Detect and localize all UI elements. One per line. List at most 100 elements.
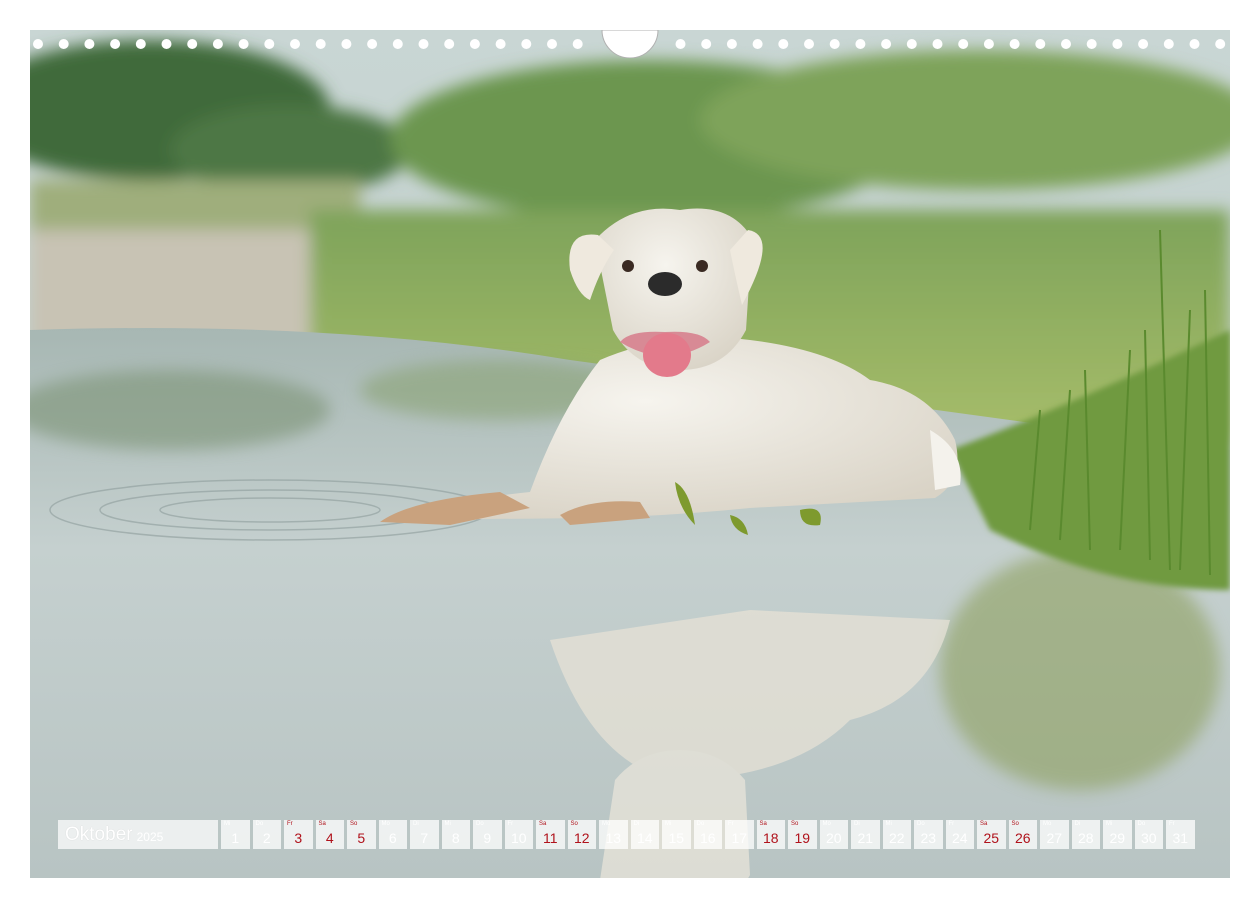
day-cell: Fr 31 — [1166, 820, 1195, 849]
binding-hole — [804, 39, 814, 49]
binding-hole — [444, 39, 455, 49]
binding-hole — [238, 39, 249, 49]
day-of-week: Mi — [224, 821, 231, 827]
day-of-week: Sa — [759, 821, 767, 827]
day-of-week: Mi — [665, 821, 672, 827]
day-cell: Mi 15 — [662, 820, 691, 849]
day-number: 4 — [325, 830, 334, 846]
binding-hole — [701, 39, 712, 49]
day-cell: Mi 22 — [882, 820, 911, 849]
day-of-week: Do — [1137, 821, 1146, 827]
binding-hole — [264, 39, 275, 49]
white-boxer-dog-in-puddle-photo — [30, 30, 1230, 878]
day-number: 24 — [951, 830, 968, 846]
month-label: Oktober 2025 — [58, 820, 218, 849]
binding-hole — [1215, 39, 1226, 49]
day-of-week: Di — [413, 821, 419, 827]
day-cell: So 26 — [1008, 820, 1037, 849]
day-number: 14 — [636, 830, 653, 846]
day-of-week: Fr — [507, 821, 514, 827]
day-cells: Mi 1 Do 2 Fr 3 Sa 4 So 5 Mo 6 Di 7 Mi 8 Do 9 Fr 10 Sa 11 So 12 M… — [221, 820, 1195, 849]
day-cell: Sa 4 — [315, 820, 344, 849]
binding-hole — [58, 39, 69, 49]
binding-hole — [110, 39, 121, 49]
binding-hole — [135, 39, 146, 49]
day-number: 13 — [605, 830, 622, 846]
day-cell: Sa 11 — [536, 820, 565, 849]
day-of-week: Mi — [885, 821, 892, 827]
day-cell: Mo 20 — [819, 820, 848, 849]
day-cell: Do 16 — [693, 820, 722, 849]
day-cell: Do 30 — [1134, 820, 1163, 849]
binding-hole — [187, 39, 198, 49]
binding-hole — [1163, 39, 1174, 49]
binding-hole — [1035, 39, 1046, 49]
binding-hole — [315, 39, 326, 49]
day-number: 26 — [1014, 830, 1031, 846]
binding-hole — [855, 39, 866, 49]
day-number: 16 — [699, 830, 716, 846]
day-cell: Di 28 — [1071, 820, 1100, 849]
month-name: Oktober — [65, 823, 133, 845]
month-year: 2025 — [136, 830, 164, 844]
binding-hole — [1061, 39, 1071, 49]
day-number: 28 — [1077, 830, 1094, 846]
day-of-week: Mi — [1106, 821, 1113, 827]
day-number: 7 — [420, 830, 429, 846]
binding-hole — [932, 39, 943, 49]
day-of-week: Di — [633, 821, 640, 827]
day-of-week: Mo — [602, 821, 611, 827]
day-of-week: So — [350, 821, 358, 827]
day-number: 20 — [825, 830, 842, 846]
binding-hole — [829, 39, 840, 49]
day-cell: Do 2 — [252, 820, 281, 849]
day-of-week: Mo — [1043, 821, 1052, 827]
day-of-week: So — [570, 821, 578, 827]
day-cell: Di 14 — [630, 820, 659, 849]
calendar-photo — [30, 30, 1230, 878]
binding-hole — [778, 39, 789, 49]
day-of-week: So — [1011, 821, 1019, 827]
day-number: 30 — [1140, 830, 1157, 846]
day-of-week: Sa — [539, 821, 547, 827]
binding-hole — [572, 39, 583, 49]
binding-hole — [1009, 39, 1020, 49]
day-cell: Di 7 — [410, 820, 439, 849]
day-number: 11 — [542, 830, 558, 846]
day-number: 21 — [857, 830, 874, 846]
day-cell: Di 21 — [851, 820, 880, 849]
day-number: 3 — [294, 830, 303, 846]
binding-hole — [521, 39, 532, 49]
day-cell: Mi 1 — [221, 820, 250, 849]
binding-hole — [906, 39, 917, 49]
day-number: 22 — [888, 830, 905, 846]
day-number: 1 — [231, 830, 240, 846]
day-number: 23 — [920, 830, 937, 846]
day-of-week: Fr — [1169, 821, 1175, 827]
binding-hole — [983, 39, 994, 49]
binding-hole — [881, 39, 892, 49]
day-cell: Mo 13 — [599, 820, 628, 849]
binding-hole — [675, 39, 686, 49]
binding-hole — [367, 39, 378, 49]
binding-hole — [547, 39, 557, 49]
day-cell: Sa 18 — [756, 820, 785, 849]
day-of-week: Do — [696, 821, 705, 827]
day-of-week: Do — [476, 821, 484, 827]
day-of-week: Di — [1074, 821, 1081, 827]
binding-hole — [341, 39, 352, 49]
binding-hole — [1189, 39, 1200, 49]
day-number: 6 — [388, 830, 397, 846]
day-of-week: Mo — [822, 821, 831, 827]
day-of-week: Fr — [287, 821, 293, 827]
binding-hole — [1112, 39, 1123, 49]
binding-hole — [726, 39, 737, 49]
binding-hole — [1086, 39, 1097, 49]
day-number: 5 — [357, 830, 366, 846]
day-number: 19 — [794, 830, 811, 846]
day-cell: Mo 6 — [378, 820, 407, 849]
calendar-strip: Oktober 2025 Mi 1 Do 2 Fr 3 Sa 4 So 5 Mo 6 Di 7 Mi 8 Do 9… — [58, 820, 1195, 849]
binding-hole — [1138, 39, 1149, 49]
day-of-week: Fr — [948, 821, 955, 827]
day-of-week: Sa — [980, 821, 988, 827]
